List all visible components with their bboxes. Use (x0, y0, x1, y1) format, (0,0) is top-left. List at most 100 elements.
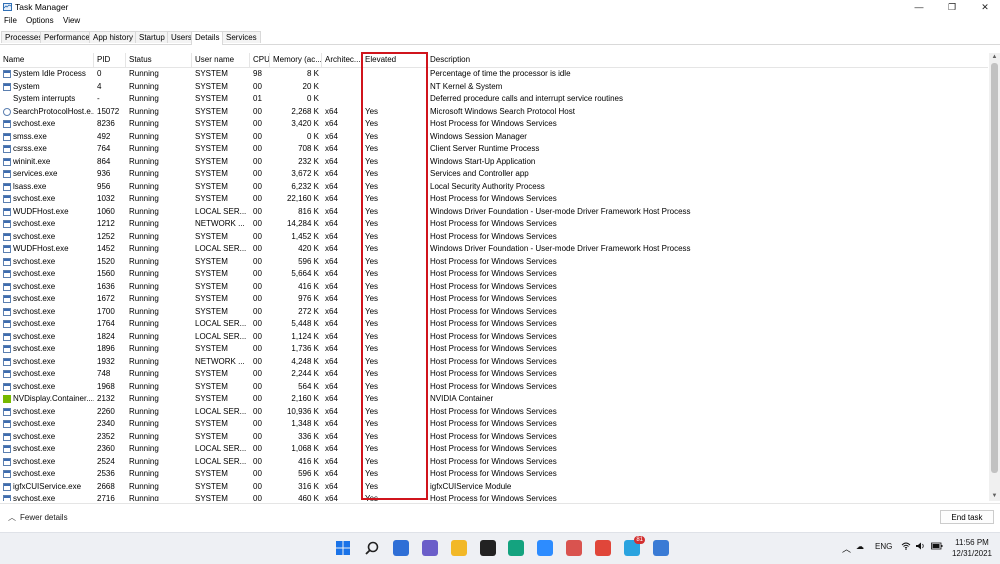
menu-view[interactable]: View (63, 16, 80, 25)
cell-elevated: Yes (365, 231, 379, 241)
cell-cpu: 00 (253, 469, 262, 478)
cell-pid: 2360 (97, 444, 115, 453)
close-button[interactable]: ✕ (970, 0, 1000, 14)
chrome-icon[interactable] (595, 540, 612, 556)
cell-pid: 936 (97, 169, 111, 178)
maximize-button[interactable]: ❐ (937, 0, 967, 14)
table-row[interactable]: SearchProtocolHost.e... 15072 Running SYSTE… (0, 106, 988, 119)
edge-icon[interactable] (508, 540, 525, 556)
table-row[interactable]: svchost.exe 1560 Running SYSTEM 00 5,664 K x64… (0, 268, 988, 281)
table-row[interactable]: svchost.exe 1700 Running SYSTEM 00 272 K x64 Ye… (0, 306, 988, 319)
table-row[interactable]: System interrupts - Running SYSTEM 01 0 K Defe… (0, 93, 988, 106)
tab-services[interactable]: Services (222, 31, 261, 43)
table-row[interactable]: svchost.exe 8236 Running SYSTEM 00 3,420 K x64… (0, 118, 988, 131)
scrollbar-thumb[interactable] (991, 63, 998, 473)
file-explorer-icon[interactable] (450, 540, 467, 556)
cell-architecture: x64 (325, 269, 338, 278)
table-row[interactable]: System 4 Running SYSTEM 00 20 K NT Kernel & Sy… (0, 81, 988, 94)
column-header-user-name[interactable]: User name (192, 53, 250, 67)
telegram-icon[interactable]: 81 (624, 536, 645, 556)
cell-name: WUDFHost.exe (13, 206, 69, 216)
table-row[interactable]: svchost.exe 2340 Running SYSTEM 00 1,348 K x64… (0, 418, 988, 431)
notion-icon[interactable] (479, 540, 496, 556)
start-icon[interactable] (335, 540, 351, 556)
table-row[interactable]: svchost.exe 2536 Running SYSTEM 00 596 K x64 Ye… (0, 468, 988, 481)
cell-architecture: x64 (325, 331, 338, 341)
cell-memory: 0 K (306, 94, 319, 103)
end-task-button[interactable]: End task (940, 510, 994, 524)
cell-user-name: SYSTEM (195, 156, 228, 166)
table-row[interactable]: svchost.exe 1764 Running LOCAL SER... 00 5,44… (0, 318, 988, 331)
cell-cpu: 00 (253, 244, 262, 253)
cloud-icon[interactable]: ☁ (856, 542, 864, 551)
table-row[interactable]: services.exe 936 Running SYSTEM 00 3,672 K x64… (0, 168, 988, 181)
cell-cpu: 00 (253, 456, 262, 466)
fewer-details-link[interactable]: ︿ Fewer details (8, 512, 68, 523)
menu-file[interactable]: File (4, 16, 17, 25)
table-row[interactable]: NVDisplay.Container.... 2132 Running SYSTEM… (0, 393, 988, 406)
cell-status: Running (129, 356, 159, 366)
table-row[interactable]: csrss.exe 764 Running SYSTEM 00 708 K x64 Yes Cl… (0, 143, 988, 156)
table-row[interactable]: svchost.exe 1968 Running SYSTEM 00 564 K x64 Ye… (0, 381, 988, 394)
table-row[interactable]: svchost.exe 2716 Running SYSTEM 00 460 K x64 Ye… (0, 493, 988, 501)
table-row[interactable]: svchost.exe 1032 Running SYSTEM 00 22,160 K x6… (0, 193, 988, 206)
table-row[interactable]: svchost.exe 2360 Running LOCAL SER... 00 1,06… (0, 443, 988, 456)
column-header-status[interactable]: Status (126, 53, 192, 67)
teams-chat-icon[interactable] (421, 540, 438, 556)
minimize-button[interactable]: — (904, 0, 934, 14)
volume-icon[interactable] (916, 542, 926, 552)
column-header-elevated[interactable]: Elevated (362, 53, 427, 67)
cell-pid: - (97, 94, 100, 103)
table-row[interactable]: svchost.exe 1896 Running SYSTEM 00 1,736 K x64… (0, 343, 988, 356)
cell-cpu: 00 (253, 256, 262, 266)
table-row[interactable]: svchost.exe 1824 Running LOCAL SER... 00 1,12… (0, 331, 988, 344)
table-row[interactable]: svchost.exe 1520 Running SYSTEM 00 596 K x64 Ye… (0, 256, 988, 269)
table-row[interactable]: WUDFHost.exe 1060 Running LOCAL SER... 00 816… (0, 206, 988, 219)
table-row[interactable]: svchost.exe 2260 Running LOCAL SER... 00 10,9… (0, 406, 988, 419)
task-manager-icon[interactable] (652, 540, 669, 556)
table-row[interactable]: svchost.exe 748 Running SYSTEM 00 2,244 K x64 Y… (0, 368, 988, 381)
table-row[interactable]: lsass.exe 956 Running SYSTEM 00 6,232 K x64 Yes… (0, 181, 988, 194)
table-row[interactable]: svchost.exe 2524 Running LOCAL SER... 00 416 … (0, 456, 988, 469)
scroll-down-arrow-icon[interactable]: ▼ (989, 492, 1000, 501)
tab-startup[interactable]: Startup (135, 31, 169, 43)
language-indicator[interactable]: ENG (875, 542, 892, 551)
cell-elevated: Yes (365, 419, 379, 428)
cell-memory: 1,452 K (291, 231, 319, 241)
table-row[interactable]: System Idle Process 0 Running SYSTEM 98 8 K Pe… (0, 68, 988, 81)
column-header-pid[interactable]: PID (94, 53, 126, 67)
battery-icon[interactable] (931, 542, 943, 552)
table-row[interactable]: svchost.exe 1212 Running NETWORK ... 00 14,28… (0, 218, 988, 231)
wifi-icon[interactable] (901, 542, 911, 552)
cell-user-name: SYSTEM (195, 119, 228, 128)
show-hidden-icons-chevron-icon[interactable]: ︿ (842, 542, 851, 555)
cell-architecture: x64 (325, 106, 338, 116)
table-row[interactable]: svchost.exe 1636 Running SYSTEM 00 416 K x64 Ye… (0, 281, 988, 294)
system-clock[interactable]: 11:56 PM 12/31/2021 (950, 537, 994, 559)
table-row[interactable]: svchost.exe 1252 Running SYSTEM 00 1,452 K x64… (0, 231, 988, 244)
photos-icon[interactable] (566, 540, 583, 556)
tab-details[interactable]: Details (191, 31, 224, 45)
table-row[interactable]: smss.exe 492 Running SYSTEM 00 0 K x64 Yes Windo… (0, 131, 988, 144)
column-header-cpu[interactable]: CPU (250, 53, 270, 67)
column-header-name[interactable]: Name (0, 53, 94, 67)
scroll-up-arrow-icon[interactable]: ▲ (989, 53, 1000, 62)
table-row[interactable]: svchost.exe 1672 Running SYSTEM 00 976 K x64 Ye… (0, 293, 988, 306)
table-row[interactable]: igfxCUIService.exe 2668 Running SYSTEM 00 316… (0, 481, 988, 494)
task-view-icon[interactable] (392, 540, 409, 556)
column-header-architecture[interactable]: Architec... (322, 53, 362, 67)
column-header-description[interactable]: Description (427, 53, 988, 67)
zoom-icon[interactable] (537, 540, 554, 556)
vertical-scrollbar[interactable]: ▲ ▼ (989, 53, 1000, 501)
column-header-memory[interactable]: Memory (ac... (270, 53, 322, 67)
table-row[interactable]: svchost.exe 2352 Running SYSTEM 00 336 K x64 Ye… (0, 431, 988, 444)
table-row[interactable]: WUDFHost.exe 1452 Running LOCAL SER... 00 420… (0, 243, 988, 256)
cell-description: Host Process for Windows Services (430, 431, 557, 441)
tab-performance[interactable]: Performance (40, 31, 94, 43)
cell-user-name: SYSTEM (195, 194, 228, 203)
table-row[interactable]: wininit.exe 864 Running SYSTEM 00 232 K x64 Yes… (0, 156, 988, 169)
tab-app-history[interactable]: App history (89, 31, 138, 43)
search-icon[interactable] (364, 540, 380, 556)
menu-options[interactable]: Options (26, 16, 54, 25)
table-row[interactable]: svchost.exe 1932 Running NETWORK ... 00 4,248… (0, 356, 988, 369)
